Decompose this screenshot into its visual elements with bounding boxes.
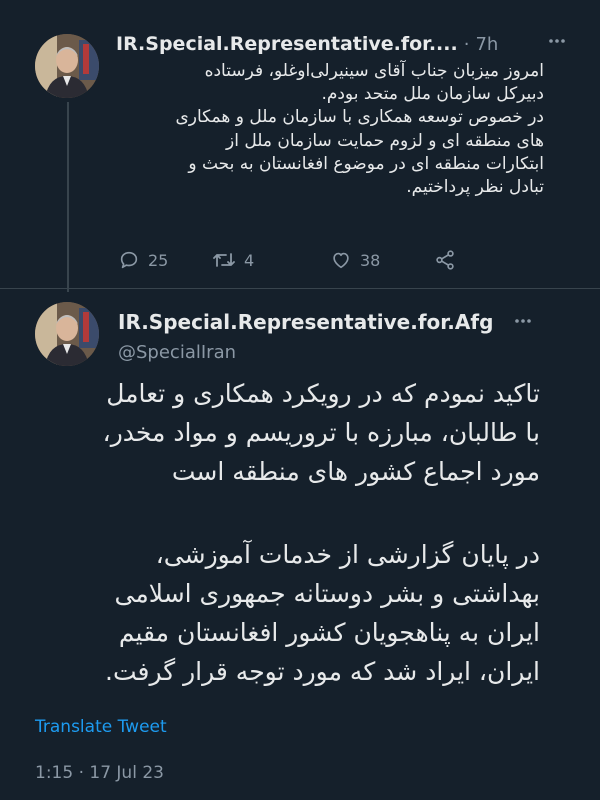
tweet2-line: ایران، ایراد شد که مورد توجه قرار گرفت.	[105, 657, 540, 686]
avatar[interactable]	[35, 302, 99, 366]
heart-icon	[333, 252, 349, 269]
more-options-icon[interactable]	[514, 312, 532, 334]
tweet1-text: امروز میزبان جناب آقای سینیرلی‌اوغلو، فر…	[104, 60, 544, 199]
reply-count: 25	[148, 250, 169, 270]
avatar[interactable]	[35, 34, 99, 98]
tweet2-datetime[interactable]: 1:15 · 17 Jul 23	[35, 763, 164, 783]
retweet-icon	[213, 253, 235, 267]
tweet2-line: تاکید نمودم که در رویکرد همکاری و تعامل	[106, 379, 540, 408]
tweet2-display-name[interactable]: IR.Special.Representative.for.Afg	[118, 310, 493, 334]
tweet1-line: تبادل نظر پرداختیم.	[406, 177, 544, 198]
like-count: 38	[360, 250, 381, 270]
tweet-divider	[0, 288, 600, 289]
tweet1-display-name[interactable]: IR.Special.Representative.for....	[116, 33, 458, 55]
translate-tweet-link[interactable]: Translate Tweet	[35, 717, 167, 737]
reply-icon	[120, 251, 138, 269]
more-options-icon[interactable]	[548, 32, 566, 54]
tweet2-line: بهداشتی و بشر دوستانه جمهوری اسلامی	[114, 579, 540, 608]
tweet2-line: مورد اجماع کشور های منطقه است	[171, 457, 540, 486]
share-icon	[436, 250, 454, 270]
retweet-count: 4	[244, 250, 255, 270]
retweet-button[interactable]: 4	[212, 249, 330, 271]
tweet2-line: ایران به پناهجویان کشور افغانستان مقیم	[118, 618, 540, 647]
tweet1-timestamp[interactable]: 7h	[475, 34, 498, 55]
header-separator: ·	[463, 33, 470, 55]
tweet2-line: با طالبان، مبارزه با تروریسم و مواد مخدر…	[102, 418, 540, 447]
tweet1-line: در خصوص توسعه همکاری با سازمان ملل و همک…	[175, 107, 544, 128]
tweet1-line: های منطقه ای و لزوم حمایت سازمان ملل از	[226, 130, 544, 151]
tweet1-header: IR.Special.Representative.for.... · 7h	[116, 30, 560, 58]
tweet1-action-bar: 25 4 38	[118, 246, 478, 274]
tweet2-handle[interactable]: @SpecialIran	[118, 342, 236, 363]
tweet1-line: امروز میزبان جناب آقای سینیرلی‌اوغلو، فر…	[204, 61, 544, 81]
tweet2-line: در پایان گزارشی از خدمات آموزشی،	[155, 540, 540, 569]
tweet2-text: تاکید نمودم که در رویکرد همکاری و تعامل …	[18, 374, 540, 691]
reply-button[interactable]: 25	[118, 249, 218, 271]
like-button[interactable]: 38	[330, 249, 434, 271]
share-button[interactable]	[434, 249, 456, 271]
thread-connector-line	[67, 102, 69, 292]
tweet1-line: دبیرکل سازمان ملل متحد بودم.	[321, 84, 544, 105]
tweet1-line: ابتکارات منطقه ای در موضوع افغانستان به …	[188, 153, 544, 174]
